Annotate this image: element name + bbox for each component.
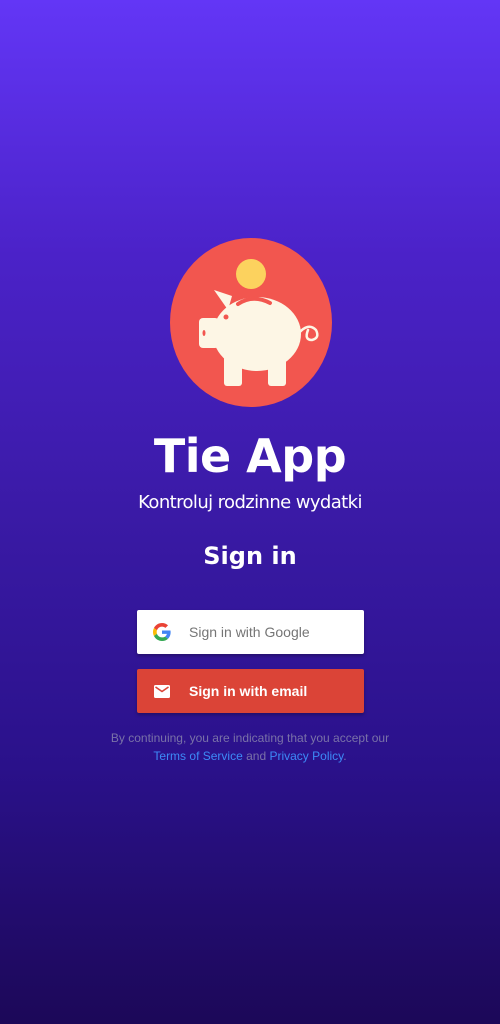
google-sign-in-label: Sign in with Google <box>189 624 310 640</box>
piggy-bank-icon <box>199 259 319 386</box>
google-sign-in-button[interactable]: Sign in with Google <box>137 610 364 654</box>
email-sign-in-label: Sign in with email <box>189 683 308 699</box>
legal-links-line: Terms of Service and Privacy Policy. <box>0 747 500 765</box>
app-subtitle: Kontroluj rodzinne wydatki <box>138 492 362 513</box>
mail-icon <box>153 682 171 700</box>
privacy-policy-link[interactable]: Privacy Policy <box>269 749 343 763</box>
legal-period: . <box>343 749 347 763</box>
app-logo <box>170 238 332 407</box>
legal-notice: By continuing, you are indicating that y… <box>0 729 500 765</box>
email-sign-in-button[interactable]: Sign in with email <box>137 669 364 713</box>
legal-and-text: and <box>246 749 267 763</box>
app-title: Tie App <box>153 429 347 483</box>
terms-of-service-link[interactable]: Terms of Service <box>153 749 242 763</box>
google-logo-icon <box>153 623 171 641</box>
legal-text: By continuing, you are indicating that y… <box>110 731 390 745</box>
coin-icon <box>236 259 266 289</box>
sign-in-heading: Sign in <box>203 542 297 570</box>
